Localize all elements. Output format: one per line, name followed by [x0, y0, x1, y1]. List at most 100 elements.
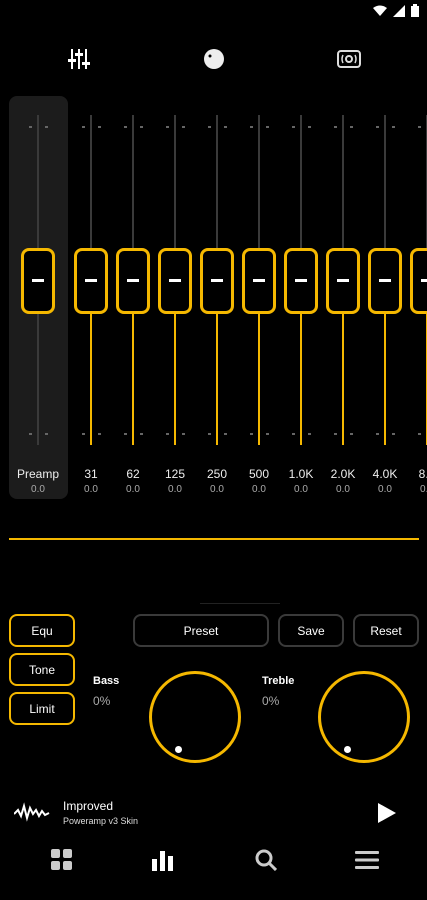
slider-tick: [266, 126, 269, 128]
slider-knob[interactable]: [284, 248, 318, 314]
nav-menu[interactable]: [352, 845, 382, 875]
slider-knob[interactable]: [116, 248, 150, 314]
status-bar: [0, 0, 427, 26]
band-slider[interactable]: 1.0K 0.0: [281, 115, 321, 500]
treble-dial[interactable]: [318, 671, 410, 763]
equ-button[interactable]: Equ: [9, 614, 75, 647]
slider-tick: [182, 126, 185, 128]
slider-tick: [250, 433, 253, 435]
slider-tick: [418, 433, 421, 435]
band-gain-value: 0.0: [31, 484, 45, 495]
menu-icon: [355, 851, 379, 869]
bass-label: Bass: [93, 675, 120, 687]
band-slider[interactable]: 8.00.0: [407, 115, 427, 500]
nav-library[interactable]: [47, 845, 77, 875]
slider-tick: [82, 126, 85, 128]
slider-tick: [45, 126, 48, 128]
slider-tick: [250, 126, 253, 128]
band-gain-value: 0.0: [420, 484, 427, 495]
slider-tick: [29, 126, 32, 128]
slider-tick: [166, 433, 169, 435]
slider-knob[interactable]: [242, 248, 276, 314]
limit-button[interactable]: Limit: [9, 692, 75, 725]
waveform-icon: [14, 802, 50, 822]
slider-tick: [418, 126, 421, 128]
slider-tick: [208, 433, 211, 435]
slider-knob[interactable]: [410, 248, 427, 314]
battery-icon: [411, 4, 419, 17]
band-slider[interactable]: 2.0K 0.0: [323, 115, 363, 500]
slider-tick: [392, 433, 395, 435]
faint-divider: [200, 603, 280, 604]
slider-tick: [292, 433, 295, 435]
grid-icon: [51, 849, 72, 870]
slider-tick: [334, 433, 337, 435]
slider-tick: [376, 126, 379, 128]
tab-tone[interactable]: [199, 44, 229, 74]
treble-value: 0%: [262, 694, 280, 708]
band-slider[interactable]: 4.0K 0.0: [365, 115, 405, 500]
now-playing-bar[interactable]: Improved Poweramp v3 Skin: [0, 790, 427, 840]
track-subtitle: Poweramp v3 Skin: [63, 816, 139, 826]
slider-tick: [350, 126, 353, 128]
slider-knob[interactable]: [326, 248, 360, 314]
slider-tick: [140, 126, 143, 128]
slider-tick: [376, 433, 379, 435]
bass-dial-indicator: [175, 746, 182, 753]
slider-tick: [266, 433, 269, 435]
play-icon[interactable]: [378, 803, 396, 823]
bass-value: 0%: [93, 694, 111, 708]
search-icon: [255, 849, 277, 871]
band-slider[interactable]: 125 0.0: [155, 115, 195, 500]
band-slider[interactable]: 31 0.0: [71, 115, 111, 500]
slider-knob[interactable]: [368, 248, 402, 314]
reset-button[interactable]: Reset: [353, 614, 419, 647]
slider-tick: [208, 126, 211, 128]
slider-tick: [140, 433, 143, 435]
tab-equalizer[interactable]: [64, 44, 94, 74]
signal-icon: [393, 4, 405, 17]
slider-tick: [182, 433, 185, 435]
dial-icon: [204, 49, 224, 69]
slider-tick: [45, 433, 48, 435]
surround-icon: [337, 50, 361, 68]
nav-search[interactable]: [251, 845, 281, 875]
track-title: Improved: [63, 799, 114, 813]
slider-tick: [98, 433, 101, 435]
treble-dial-indicator: [344, 746, 351, 753]
accent-divider: [9, 538, 419, 540]
bars-chart-icon: [152, 851, 173, 871]
band-slider[interactable]: 500 0.0: [239, 115, 279, 500]
equalizer-sliders-icon: [68, 49, 90, 69]
band-slider[interactable]: 62 0.0: [113, 115, 153, 500]
preamp-slider[interactable]: Preamp 0.0: [17, 115, 59, 500]
slider-tick: [292, 126, 295, 128]
slider-tick: [392, 126, 395, 128]
slider-knob[interactable]: [21, 248, 55, 314]
slider-tick: [124, 126, 127, 128]
preset-button[interactable]: Preset: [133, 614, 269, 647]
slider-knob[interactable]: [200, 248, 234, 314]
slider-tick: [29, 433, 32, 435]
slider-tick: [166, 126, 169, 128]
slider-tick: [224, 433, 227, 435]
slider-tick: [350, 433, 353, 435]
slider-knob[interactable]: [74, 248, 108, 314]
band-frequency-label: 8.0: [418, 467, 427, 481]
treble-label: Treble: [262, 675, 295, 687]
slider-tick: [224, 126, 227, 128]
tab-surround[interactable]: [334, 44, 364, 74]
bass-dial[interactable]: [149, 671, 241, 763]
slider-knob[interactable]: [158, 248, 192, 314]
slider-tick: [334, 126, 337, 128]
band-frequency-label: Preamp: [16, 467, 60, 481]
slider-tick: [98, 126, 101, 128]
save-button[interactable]: Save: [278, 614, 344, 647]
slider-tick: [308, 433, 311, 435]
nav-equalizer[interactable]: [148, 845, 178, 875]
slider-tick: [308, 126, 311, 128]
tone-button[interactable]: Tone: [9, 653, 75, 686]
band-slider[interactable]: 250 0.0: [197, 115, 237, 500]
slider-tick: [82, 433, 85, 435]
wifi-icon: [373, 5, 387, 16]
